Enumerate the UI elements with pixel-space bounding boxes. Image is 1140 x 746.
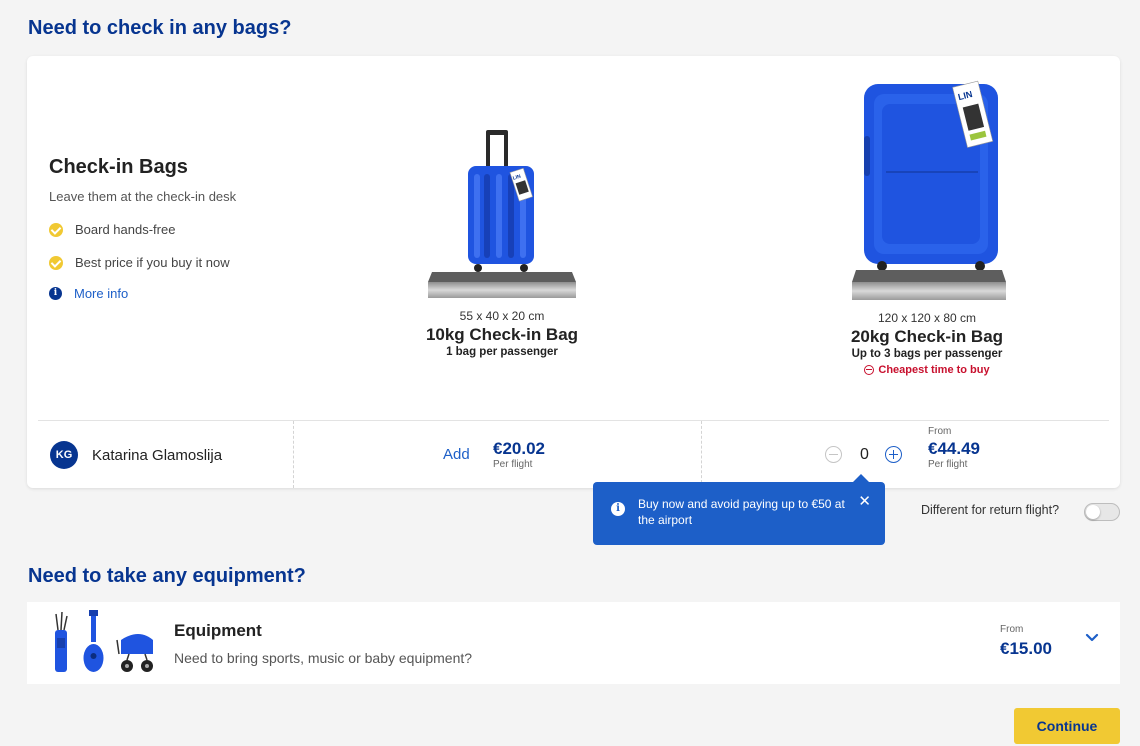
from-label: From — [928, 426, 952, 437]
checkin-bags-card: Check-in Bags Leave them at the check-in… — [27, 56, 1120, 488]
bag-option-10kg: LIN 55 x 40 x 20 cm 10kg Check-in Bag 1 … — [387, 126, 617, 358]
suitcase-20kg-image: LIN — [852, 80, 1006, 300]
guitar-icon — [83, 610, 104, 672]
decrease-20kg-button[interactable] — [825, 446, 842, 463]
equipment-title: Equipment — [174, 621, 262, 640]
bags-section-title: Need to check in any bags? — [28, 17, 292, 39]
increase-20kg-button[interactable] — [885, 446, 902, 463]
bag-name: 10kg Check-in Bag — [425, 325, 579, 344]
bag-limit: Up to 3 bags per passenger — [851, 348, 1003, 360]
pram-icon — [116, 634, 153, 672]
suitcase-10kg-image: LIN — [428, 130, 576, 298]
equipment-icons — [55, 610, 153, 672]
tooltip-text: Buy now and avoid paying up to €50 at th… — [638, 497, 845, 527]
from-label: From — [1000, 624, 1024, 635]
passenger-row: KG Katarina Glamoslija Add €20.02 Per fl… — [38, 421, 1109, 488]
more-info-link[interactable]: i More info — [49, 286, 309, 301]
add-10kg-bag-button[interactable]: Add — [443, 446, 470, 463]
check-circle-icon — [49, 222, 63, 237]
equipment-card[interactable]: Equipment Need to bring sports, music or… — [27, 602, 1120, 684]
feature-item: Best price if you buy it now — [49, 255, 309, 270]
bag-dimensions: 120 x 120 x 80 cm — [877, 311, 977, 325]
price-10kg: €20.02 — [493, 439, 545, 458]
feature-label: Board hands-free — [75, 222, 176, 237]
info-icon: i — [49, 287, 62, 300]
equipment-section-title: Need to take any equipment? — [28, 565, 306, 587]
info-icon: i — [611, 502, 625, 516]
chevron-down-icon[interactable] — [1085, 633, 1099, 643]
golf-bag-icon — [55, 611, 68, 672]
bag-dimensions: 55 x 40 x 20 cm — [459, 309, 545, 323]
bag-limit: 1 bag per passenger — [446, 346, 558, 358]
continue-button[interactable]: Continue — [1014, 708, 1120, 744]
column-separator — [293, 421, 294, 488]
return-flight-label: Different for return flight? — [921, 503, 1060, 517]
per-flight-label: Per flight — [493, 459, 533, 470]
avatar: KG — [50, 441, 78, 469]
bag-count-20kg: 0 — [860, 446, 869, 463]
bags-card-title: Check-in Bags — [49, 156, 188, 178]
cheapest-time-badge: Cheapest time to buy — [807, 364, 1047, 376]
column-separator — [701, 421, 702, 488]
per-flight-label: Per flight — [928, 459, 968, 470]
equipment-price: €15.00 — [1000, 639, 1052, 658]
feature-label: Best price if you buy it now — [75, 255, 230, 270]
bag-name: 20kg Check-in Bag — [850, 327, 1004, 346]
cheapest-label: Cheapest time to buy — [878, 364, 990, 376]
return-flight-toggle[interactable] — [1084, 503, 1120, 521]
price-tooltip: i Buy now and avoid paying up to €50 at … — [593, 474, 885, 545]
close-icon[interactable]: ✕ — [858, 492, 871, 510]
bag-option-20kg: LIN 120 x 120 x 80 cm 20kg Check-in Bag … — [807, 76, 1047, 376]
check-circle-icon — [49, 255, 63, 270]
passenger-name: Katarina Glamoslija — [92, 447, 223, 464]
feature-item: Board hands-free — [49, 222, 309, 237]
bags-info: Check-in Bags Leave them at the check-in… — [49, 156, 309, 301]
minus-circle-icon — [864, 365, 875, 375]
price-20kg: €44.49 — [928, 439, 980, 458]
equipment-subtitle: Need to bring sports, music or baby equi… — [174, 650, 473, 666]
more-info-label: More info — [74, 286, 129, 301]
bags-card-subtitle: Leave them at the check-in desk — [49, 189, 237, 204]
